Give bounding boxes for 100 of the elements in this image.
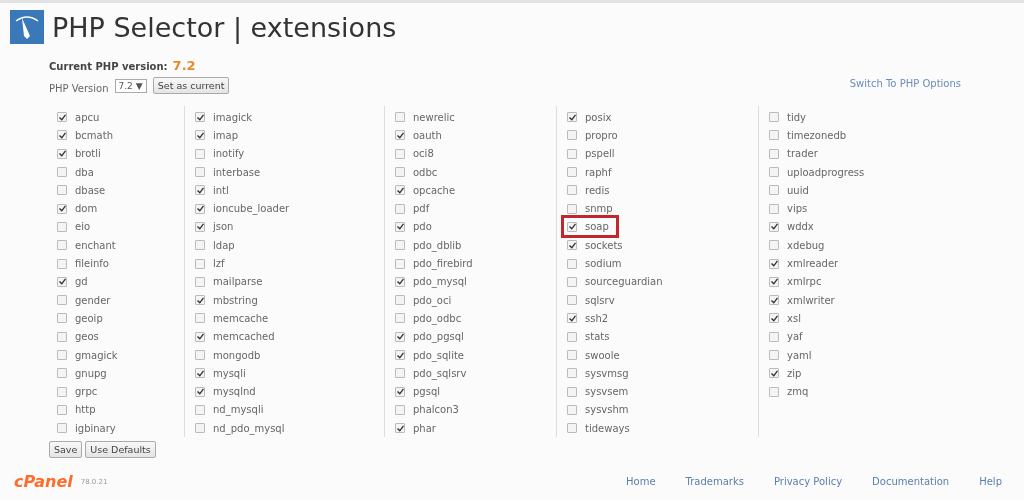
checkbox[interactable] — [57, 386, 67, 397]
checkbox[interactable] — [567, 368, 577, 379]
checkbox[interactable] — [769, 350, 779, 360]
checkbox[interactable] — [195, 240, 205, 251]
footer-link[interactable]: Documentation — [872, 476, 950, 488]
checkbox[interactable] — [395, 276, 405, 287]
checkbox[interactable] — [769, 386, 779, 397]
checkbox[interactable] — [395, 368, 405, 379]
switch-options-link[interactable]: Switch To PHP Options — [849, 78, 961, 89]
checkbox[interactable] — [395, 350, 405, 360]
checkbox[interactable] — [57, 276, 67, 287]
checkbox[interactable] — [57, 112, 67, 123]
checkbox[interactable] — [769, 203, 779, 214]
checkbox[interactable] — [567, 167, 577, 178]
checkbox[interactable] — [567, 313, 577, 324]
checkbox[interactable] — [769, 112, 779, 123]
checkbox[interactable] — [567, 221, 577, 232]
checkbox[interactable] — [195, 313, 205, 324]
checkbox[interactable] — [195, 148, 205, 159]
checkbox[interactable] — [57, 130, 67, 141]
checkbox[interactable] — [567, 185, 577, 196]
checkbox[interactable] — [57, 167, 67, 178]
checkbox[interactable] — [567, 203, 577, 214]
checkbox[interactable] — [57, 368, 67, 379]
checkbox[interactable] — [57, 295, 67, 306]
checkbox[interactable] — [567, 295, 577, 306]
checkbox[interactable] — [567, 331, 577, 342]
checkbox[interactable] — [395, 331, 405, 342]
checkbox[interactable] — [57, 240, 67, 251]
checkbox[interactable] — [567, 386, 577, 397]
checkbox[interactable] — [195, 350, 205, 360]
checkbox[interactable] — [195, 331, 205, 342]
extension-label: gd — [75, 276, 88, 288]
checkbox[interactable] — [395, 295, 405, 306]
checkbox[interactable] — [57, 404, 67, 415]
checkbox[interactable] — [57, 203, 67, 214]
checkbox[interactable] — [195, 130, 205, 141]
checkbox[interactable] — [567, 130, 577, 141]
checkbox[interactable] — [195, 386, 205, 397]
checkbox[interactable] — [195, 368, 205, 379]
checkbox[interactable] — [57, 185, 67, 196]
checkbox[interactable] — [769, 167, 779, 178]
set-current-button[interactable]: Set as current — [152, 77, 230, 94]
checkbox[interactable] — [395, 167, 405, 178]
checkbox[interactable] — [57, 258, 67, 269]
checkbox[interactable] — [395, 258, 405, 269]
checkbox[interactable] — [769, 313, 779, 324]
checkbox[interactable] — [769, 148, 779, 159]
action-button[interactable]: Use Defaults — [85, 441, 156, 459]
checkbox[interactable] — [769, 276, 779, 287]
extension-label: mysqli — [213, 367, 246, 379]
checkbox[interactable] — [567, 240, 577, 251]
checkbox[interactable] — [195, 423, 205, 434]
checkbox[interactable] — [395, 112, 405, 123]
version-select[interactable]: 7.2 ▼ — [114, 78, 147, 93]
checkbox[interactable] — [769, 331, 779, 342]
checkbox[interactable] — [567, 148, 577, 159]
checkbox[interactable] — [57, 148, 67, 159]
checkbox[interactable] — [567, 276, 577, 287]
checkbox[interactable] — [195, 221, 205, 232]
checkbox[interactable] — [195, 112, 205, 123]
checkbox[interactable] — [395, 313, 405, 324]
checkbox[interactable] — [57, 350, 67, 360]
footer-link[interactable]: Home — [626, 476, 656, 488]
checkbox[interactable] — [195, 167, 205, 178]
checkbox[interactable] — [567, 258, 577, 269]
footer-link[interactable]: Trademarks — [685, 476, 744, 488]
checkbox[interactable] — [195, 276, 205, 287]
checkbox[interactable] — [395, 240, 405, 251]
checkbox[interactable] — [769, 258, 779, 269]
checkbox[interactable] — [769, 221, 779, 232]
checkbox[interactable] — [395, 404, 405, 415]
checkbox[interactable] — [195, 203, 205, 214]
checkbox[interactable] — [567, 112, 577, 123]
checkbox[interactable] — [395, 423, 405, 434]
checkbox[interactable] — [395, 130, 405, 141]
checkbox[interactable] — [769, 185, 779, 196]
checkbox[interactable] — [395, 148, 405, 159]
checkbox[interactable] — [195, 404, 205, 415]
checkbox[interactable] — [567, 350, 577, 360]
checkbox[interactable] — [567, 423, 577, 434]
footer-link[interactable]: Privacy Policy — [773, 476, 843, 488]
checkbox[interactable] — [57, 331, 67, 342]
checkbox[interactable] — [769, 295, 779, 306]
checkbox[interactable] — [195, 185, 205, 196]
action-button[interactable]: Save — [49, 441, 83, 459]
checkbox[interactable] — [769, 240, 779, 251]
checkbox[interactable] — [769, 130, 779, 141]
checkbox[interactable] — [57, 313, 67, 324]
checkbox[interactable] — [567, 404, 577, 415]
footer-link[interactable]: Help — [979, 476, 1002, 488]
checkbox[interactable] — [57, 423, 67, 434]
checkbox[interactable] — [769, 368, 779, 379]
checkbox[interactable] — [57, 221, 67, 232]
checkbox[interactable] — [395, 386, 405, 397]
checkbox[interactable] — [395, 185, 405, 196]
checkbox[interactable] — [395, 203, 405, 214]
checkbox[interactable] — [395, 221, 405, 232]
checkbox[interactable] — [195, 295, 205, 306]
checkbox[interactable] — [195, 258, 205, 269]
